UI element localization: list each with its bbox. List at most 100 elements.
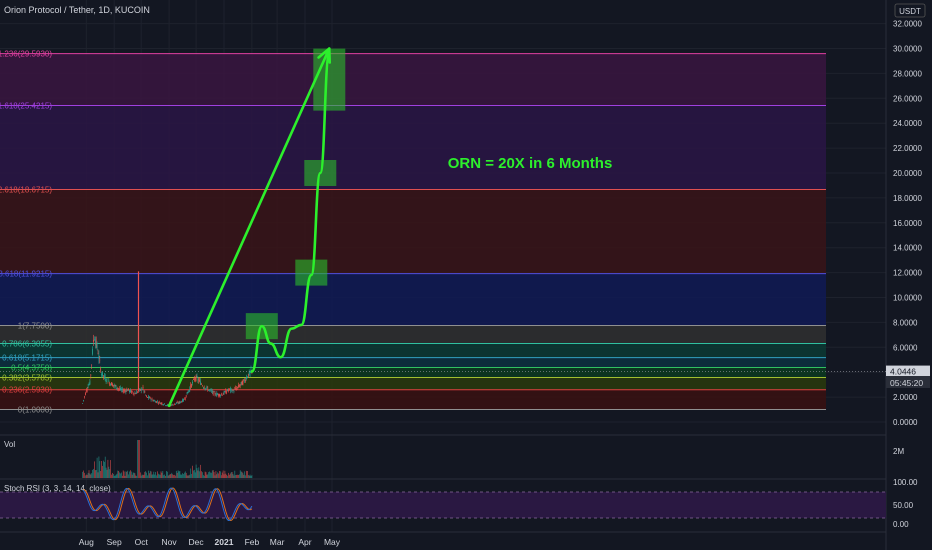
- candle-body: [186, 392, 188, 395]
- volume-bar: [145, 471, 147, 478]
- volume-bar: [178, 471, 180, 478]
- volume-bar: [230, 472, 232, 478]
- fib-retracement[interactable]: 1.236(29.5930) 1.618(25.4215) 2.618(18.671…: [0, 50, 826, 415]
- volume-bar: [104, 456, 106, 478]
- volume-bar: [179, 471, 181, 478]
- candle-body: [151, 398, 153, 400]
- volume-bar: [166, 471, 168, 478]
- candle-body: [230, 388, 232, 390]
- volume-bar: [233, 475, 235, 478]
- candle-body: [173, 404, 174, 406]
- candle-body: [83, 400, 84, 401]
- price-tick: 16.0000: [893, 219, 922, 228]
- annotation-text[interactable]: ORN = 20X in 6 Months: [448, 155, 613, 172]
- candle-body: [237, 386, 238, 388]
- volume-bar: [198, 467, 200, 478]
- volume-bar: [136, 475, 138, 478]
- volume-bar: [248, 475, 250, 478]
- volume-bar: [109, 469, 111, 478]
- candle-body: [127, 389, 129, 391]
- volume-bar: [188, 475, 190, 478]
- volume-bar: [156, 475, 157, 478]
- candle-body: [109, 382, 111, 385]
- volume-bar: [167, 475, 169, 478]
- volume-bar: [214, 475, 216, 478]
- volume-bar: [91, 473, 93, 478]
- volume-bar: [171, 472, 173, 478]
- volume-bar: [193, 469, 195, 478]
- candle-body: [108, 380, 110, 382]
- volume-bar: [131, 474, 133, 478]
- candle-body: [99, 359, 101, 361]
- volume-bar: [239, 470, 241, 478]
- candle-body: [93, 339, 94, 342]
- volume-bar: [175, 470, 177, 478]
- currency-label: USDT: [899, 7, 921, 16]
- candle-body: [184, 398, 186, 400]
- candle-body: [210, 389, 211, 391]
- stoch-tick: 0.00: [893, 520, 909, 529]
- fib-band: [0, 273, 826, 326]
- candle-body: [175, 403, 176, 405]
- candle-body: [223, 391, 225, 395]
- volume-bar: [228, 472, 229, 478]
- volume-bar: [229, 474, 230, 478]
- candle-body: [179, 401, 181, 404]
- volume-bar: [112, 473, 114, 478]
- candle-body: [172, 404, 174, 406]
- candle-body: [163, 404, 165, 406]
- volume-bar: [184, 471, 186, 478]
- candle-body: [143, 390, 145, 392]
- volume-bar: [232, 473, 234, 478]
- candle-body: [106, 378, 108, 380]
- volume-bar: [139, 472, 141, 478]
- volume-bar: [163, 475, 165, 478]
- price-tick: 30.0000: [893, 45, 922, 54]
- candle-body: [176, 402, 178, 403]
- candle-body: [201, 384, 202, 385]
- volume-bar: [105, 467, 107, 478]
- candle-body: [166, 404, 168, 406]
- volume-bar: [201, 471, 202, 478]
- time-label: Oct: [135, 537, 149, 547]
- candle-body: [195, 375, 197, 381]
- stoch-label: Stoch RSI (3, 3, 14, 14, close): [4, 484, 111, 493]
- volume-bar: [103, 460, 104, 478]
- candle-body: [155, 401, 156, 403]
- candle-body: [220, 394, 222, 396]
- volume-bar: [245, 475, 246, 478]
- candle-body: [95, 339, 97, 346]
- volume-bar: [95, 469, 97, 478]
- volume-bar: [235, 475, 237, 478]
- volume-bar: [251, 475, 253, 478]
- volume-bar: [83, 470, 84, 478]
- volume-bar: [113, 475, 115, 478]
- volume-bar: [244, 471, 246, 478]
- time-label: May: [324, 537, 341, 547]
- candle-body: [242, 380, 244, 385]
- candle-body: [128, 388, 129, 391]
- volume-bar: [234, 470, 236, 478]
- fib-label: 1(7.7500): [18, 322, 53, 331]
- time-label: Apr: [298, 537, 311, 547]
- fib-band: [0, 357, 826, 368]
- candle-body: [191, 384, 192, 388]
- fib-band: [0, 377, 826, 390]
- volume-bar: [186, 475, 188, 478]
- volume-bar: [121, 472, 122, 478]
- candle-body: [139, 388, 141, 391]
- currency-badge: USDT: [894, 3, 926, 18]
- candle-body: [148, 396, 150, 399]
- volume-bar: [125, 471, 127, 478]
- volume-bar: [208, 472, 210, 478]
- candle-body: [188, 390, 190, 392]
- volume-bar: [250, 475, 252, 478]
- volume-bar: [158, 474, 160, 478]
- candle-body: [229, 388, 230, 390]
- candle-body: [177, 403, 179, 404]
- candle-body: [147, 397, 148, 398]
- candle-body: [136, 391, 138, 394]
- candle-body: [233, 391, 235, 392]
- volume-bar: [106, 469, 108, 478]
- volume-bar: [101, 460, 102, 478]
